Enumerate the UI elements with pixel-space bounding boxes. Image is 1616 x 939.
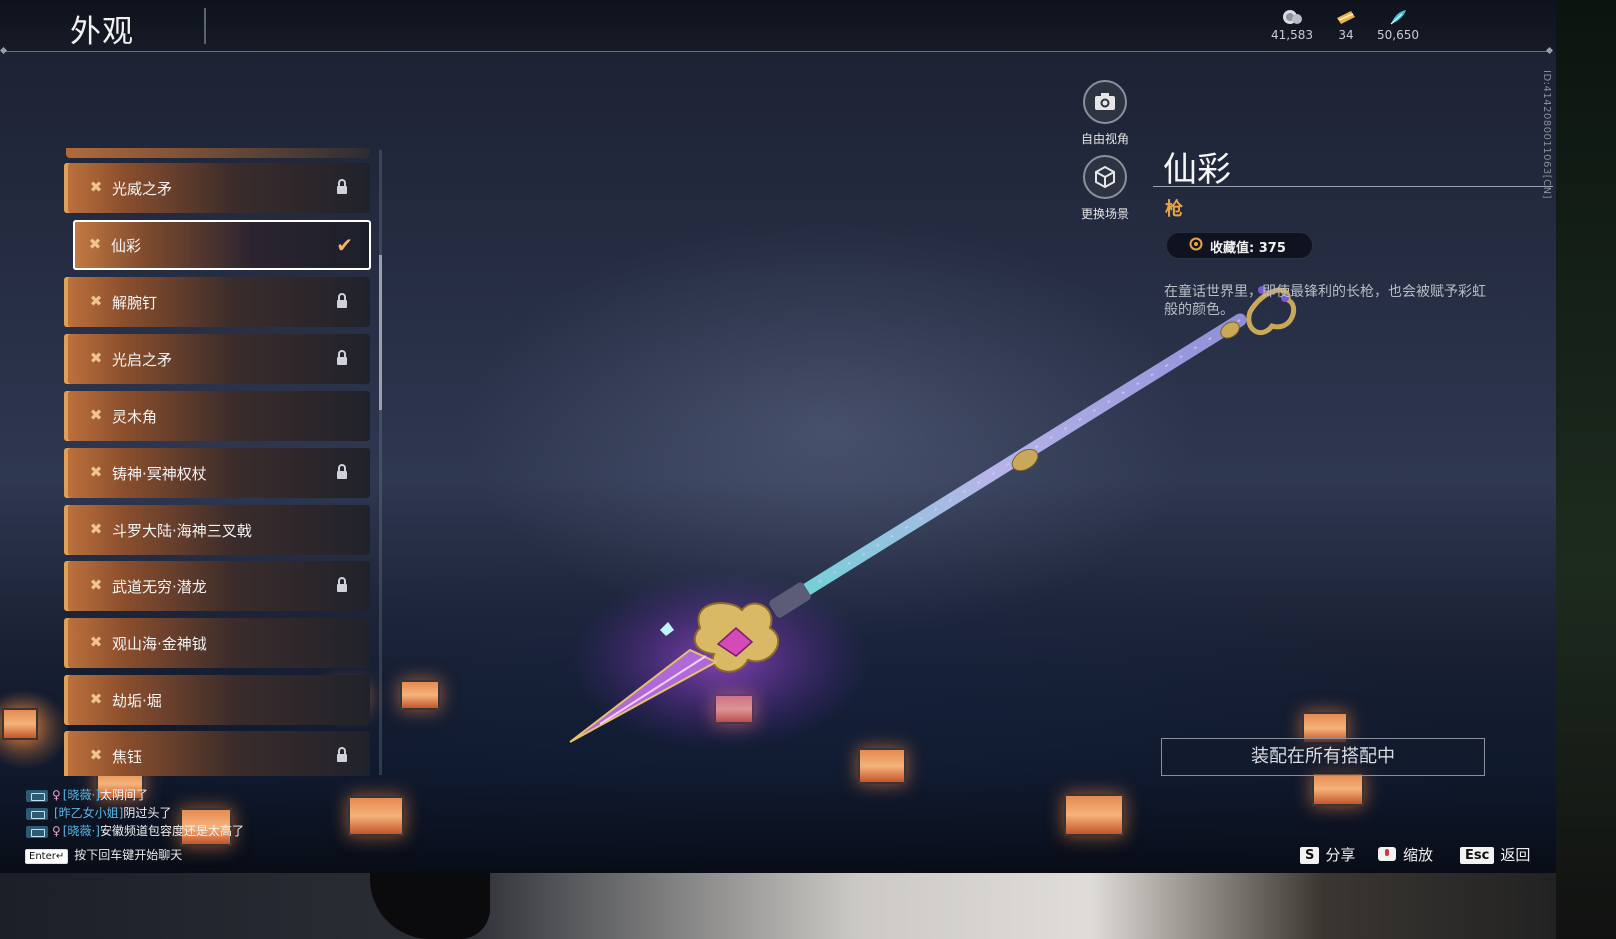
back-label: 返回 (1500, 846, 1531, 864)
title-divider (204, 8, 206, 44)
list-item-label: 仙彩 (111, 237, 142, 255)
chat-sender[interactable]: [晓薇·] (63, 788, 100, 802)
channel-icon (26, 807, 48, 820)
collection-value-badge: 收藏值: 375 (1166, 232, 1313, 259)
list-item-label: 解腕钉 (112, 294, 158, 312)
character-preview-edge (0, 873, 1556, 939)
list-item-partial (66, 148, 370, 158)
spear-type-icon: ✖ (89, 690, 103, 708)
gender-icon: ♀ (52, 788, 61, 802)
check-icon: ✔ (336, 233, 353, 257)
back-button[interactable]: Esc 返回 (1460, 844, 1530, 865)
spear-type-icon: ✖ (89, 292, 103, 310)
zoom-button[interactable]: 缩放 (1377, 844, 1433, 865)
spear-type-icon: ✖ (88, 235, 102, 253)
currency-coins[interactable]: 41,583 (1262, 8, 1322, 42)
spear-type-icon: ✖ (89, 406, 103, 424)
mouse-wheel-icon (1378, 847, 1396, 861)
feather-icon (1390, 10, 1406, 25)
list-item-label: 焦钰 (112, 748, 143, 766)
player-id: ID:4142080011063[CN] (1541, 70, 1552, 199)
enter-key-icon: Enter↵ (25, 849, 69, 864)
spear-type-icon: ✖ (89, 463, 103, 481)
coin-stack-icon (1283, 10, 1302, 24)
equip-all-button[interactable]: 装配在所有搭配中 (1161, 738, 1485, 776)
lock-icon (337, 464, 347, 479)
spear-type-icon: ✖ (89, 349, 103, 367)
chat-sender[interactable]: [昨乙女小姐] (54, 806, 123, 820)
lock-icon (337, 293, 347, 308)
list-item[interactable]: ✖ 解腕钉 (64, 277, 370, 327)
list-item-label: 光启之矛 (112, 351, 173, 369)
list-item[interactable]: ✖ 劫垢·堀 (64, 675, 370, 725)
free-camera-label: 自由视角 (1080, 132, 1129, 146)
lock-icon (337, 747, 347, 762)
zoom-label: 缩放 (1403, 846, 1434, 864)
channel-icon (26, 789, 48, 802)
currency-value: 41,583 (1271, 28, 1313, 42)
collection-value: 收藏值: 375 (1210, 241, 1286, 256)
list-item[interactable]: ✖ 焦钰 (64, 731, 370, 776)
lock-icon (337, 179, 347, 194)
list-scrollbar-thumb[interactable] (379, 255, 382, 410)
list-item-label: 劫垢·堀 (112, 692, 162, 710)
list-item-selected[interactable]: ✖ 仙彩 ✔ (73, 220, 371, 270)
chat-input-hint[interactable]: Enter↵ 按下回车键开始聊天 (25, 846, 182, 864)
spear-type-icon: ✖ (89, 178, 103, 196)
list-scroll-track[interactable] (379, 150, 382, 775)
chat-text: 太阴间了 (99, 788, 148, 802)
list-item[interactable]: ✖ 武道无穷·潜龙 (64, 561, 370, 611)
currency-value: 34 (1338, 28, 1354, 42)
background-edge (1556, 0, 1616, 939)
camera-icon (1083, 80, 1127, 124)
chat-sender[interactable]: [晓薇·] (63, 824, 100, 838)
esc-key: Esc (1460, 847, 1495, 864)
change-scene-button[interactable]: 更换场景 (1060, 155, 1150, 222)
currency-tickets[interactable]: 34 (1316, 8, 1376, 42)
spear-type-icon: ✖ (89, 746, 103, 764)
chat-message[interactable]: [昨乙女小姐]阴过头了 (26, 804, 171, 820)
spear-type-icon: ✖ (89, 520, 103, 538)
channel-icon (26, 825, 48, 838)
list-item-label: 斗罗大陆·海神三叉戟 (112, 522, 252, 540)
currency-feathers[interactable]: 50,650 (1368, 8, 1428, 42)
ticket-icon (1337, 11, 1355, 24)
item-name-underline (1153, 186, 1553, 187)
item-name: 仙彩 (1163, 150, 1231, 190)
lock-icon (337, 350, 347, 365)
list-item-label: 灵木角 (112, 408, 158, 426)
currency-value: 50,650 (1377, 28, 1419, 42)
spear-type-icon: ✖ (89, 633, 103, 651)
list-item[interactable]: ✖ 光启之矛 (64, 334, 370, 384)
chat-message[interactable]: ♀ [晓薇·]太阴间了 (26, 786, 148, 802)
list-item[interactable]: ✖ 铸神·冥神权杖 (64, 448, 370, 498)
page-title: 外观 (70, 14, 134, 50)
share-button[interactable]: S 分享 (1300, 844, 1355, 865)
collection-icon (1189, 237, 1203, 251)
list-item-label: 光威之矛 (112, 180, 173, 198)
share-label: 分享 (1325, 846, 1356, 864)
list-item-label: 观山海·金神钺 (112, 635, 207, 653)
top-bar-divider (4, 51, 1550, 52)
item-type: 枪 (1165, 199, 1183, 220)
appearance-list[interactable]: ✖ 光威之矛 ✖ 仙彩 ✔ ✖ 解腕钉 ✖ 光启之矛 ✖ 灵木角 ✖ 铸神·冥神… (64, 148, 372, 776)
list-item[interactable]: ✖ 灵木角 (64, 391, 370, 441)
change-scene-label: 更换场景 (1080, 207, 1129, 221)
spear-type-icon: ✖ (89, 576, 103, 594)
gender-icon: ♀ (52, 824, 61, 838)
scene-cube-icon (1083, 155, 1127, 199)
list-item-label: 铸神·冥神权杖 (112, 465, 207, 483)
list-item[interactable]: ✖ 光威之矛 (64, 163, 370, 213)
chat-hint-text: 按下回车键开始聊天 (74, 848, 183, 862)
lock-icon (337, 577, 347, 592)
item-description: 在童话世界里，即使最锋利的长枪，也会被赋予彩虹般的颜色。 (1164, 284, 1486, 318)
chat-text: 安徽频道包容度还是太高了 (99, 824, 244, 838)
free-camera-button[interactable]: 自由视角 (1060, 80, 1150, 147)
chat-text: 阴过头了 (123, 806, 172, 820)
list-item[interactable]: ✖ 斗罗大陆·海神三叉戟 (64, 505, 370, 555)
share-key: S (1300, 847, 1320, 864)
list-item[interactable]: ✖ 观山海·金神钺 (64, 618, 370, 668)
chat-message[interactable]: ♀ [晓薇·]安徽频道包容度还是太高了 (26, 822, 244, 838)
list-item-label: 武道无穷·潜龙 (112, 578, 207, 596)
